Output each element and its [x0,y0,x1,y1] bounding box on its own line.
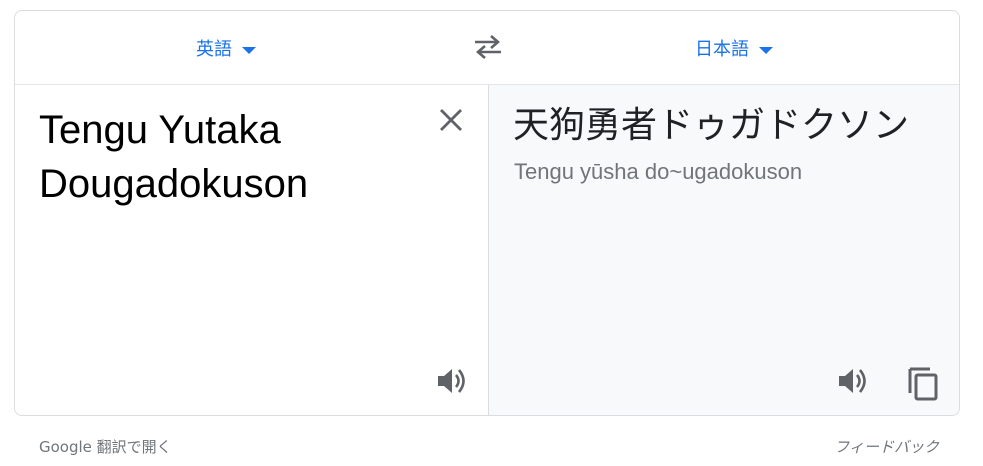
swap-languages-button[interactable] [471,31,505,63]
translation-text: 天狗勇者ドゥガドクソン [513,105,910,146]
swap-arrows-icon [475,35,501,59]
clear-button[interactable] [436,105,466,135]
target-listen-button[interactable] [834,363,870,399]
source-language-select[interactable]: 英語 [196,35,256,61]
source-text[interactable]: Tengu Yutaka Dougadokuson [39,103,419,211]
source-listen-button[interactable] [433,363,469,399]
target-language-select[interactable]: 日本語 [695,35,773,61]
chevron-down-icon [759,46,773,54]
target-pane: 天狗勇者ドゥガドクソン Tengu yūsha do~ugadokuson [488,85,959,415]
translate-card: 英語 日本語 Tengu Yutaka Dougadokuson 天狗勇者ドゥガ… [14,10,960,416]
speaker-icon [438,369,465,393]
target-language-label: 日本語 [695,39,749,60]
chevron-down-icon [242,46,256,54]
source-pane[interactable]: Tengu Yutaka Dougadokuson [15,85,488,415]
source-language-label: 英語 [196,39,232,60]
speaker-icon [839,369,866,393]
language-bar: 英語 日本語 [15,11,959,85]
close-icon [440,109,462,131]
transliteration-text: Tengu yūsha do~ugadokuson [514,159,803,184]
copy-translation-button[interactable] [906,363,942,403]
feedback-link[interactable]: フィードバック [834,436,939,457]
copy-icon [908,367,938,401]
open-in-google-translate-link[interactable]: Google 翻訳で開く [39,436,172,457]
